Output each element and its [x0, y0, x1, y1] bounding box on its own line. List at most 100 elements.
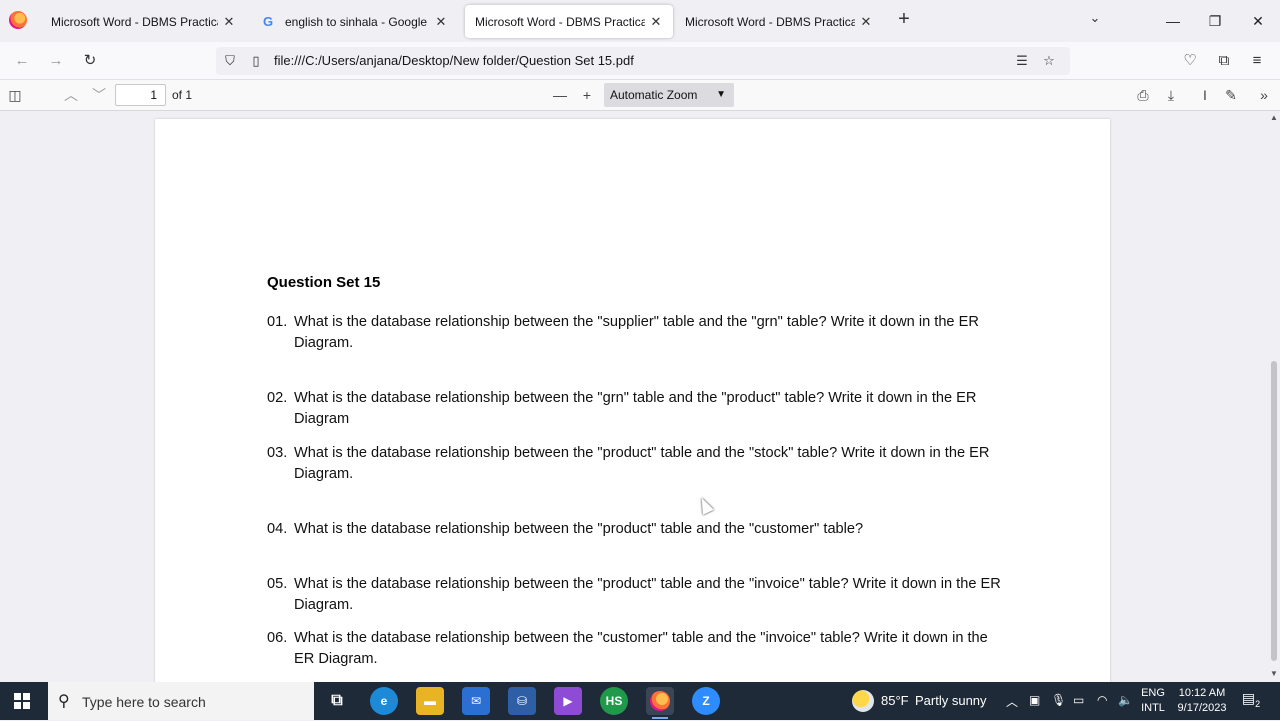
- question-number: 03.: [267, 445, 288, 461]
- meet-now-icon[interactable]: ▣: [1029, 693, 1040, 707]
- weather-condition[interactable]: Partly sunny: [915, 693, 987, 708]
- restore-icon[interactable]: ❐: [1202, 8, 1228, 34]
- close-icon[interactable]: ✕: [649, 14, 663, 30]
- pdf-page: Question Set 15 01. What is the database…: [155, 119, 1110, 682]
- windows-start-icon[interactable]: [14, 693, 30, 709]
- notifications-icon[interactable]: ▤2: [1240, 690, 1262, 712]
- sidebar-toggle-icon[interactable]: ◫: [3, 84, 27, 106]
- zoom-app-icon[interactable]: Z: [692, 687, 720, 715]
- zoom-label: Automatic Zoom: [610, 88, 698, 102]
- microphone-icon[interactable]: 🎙: [1051, 693, 1066, 707]
- reader-view-icon[interactable]: ☰: [1013, 52, 1031, 70]
- next-page-icon[interactable]: ﹀: [87, 84, 111, 106]
- text-tool-icon[interactable]: I: [1193, 84, 1217, 106]
- tab-label: english to sinhala - Google Sear: [285, 14, 430, 29]
- draw-tool-icon[interactable]: ✎: [1219, 84, 1243, 106]
- viewer-scrollbar[interactable]: ▲ ▼: [1268, 111, 1280, 682]
- file-explorer-icon[interactable]: ▬: [416, 687, 444, 715]
- chevron-down-icon: ▼: [716, 89, 726, 100]
- tools-menu-icon[interactable]: »: [1252, 84, 1276, 106]
- edge-icon[interactable]: e: [370, 687, 398, 715]
- pocket-icon[interactable]: ♡: [1179, 50, 1201, 72]
- weather-temp[interactable]: 85°F: [881, 693, 909, 708]
- menu-icon[interactable]: ≡: [1246, 50, 1268, 72]
- tab-strip: Microsoft Word - DBMS Practical Q ✕ G en…: [0, 0, 1280, 42]
- task-view-icon[interactable]: ⧉: [323, 687, 351, 715]
- bookmark-star-icon[interactable]: ☆: [1040, 52, 1058, 70]
- mysql-workbench-icon[interactable]: ⛁: [508, 687, 536, 715]
- clipchamp-icon[interactable]: ▶: [554, 687, 582, 715]
- firefox-icon[interactable]: [9, 11, 27, 29]
- taskbar-search[interactable]: ⚲ Type here to search: [48, 682, 314, 720]
- forward-icon[interactable]: →: [45, 50, 67, 72]
- zoom-select[interactable]: Automatic Zoom ▼: [604, 83, 734, 107]
- tab-dbms-4[interactable]: Microsoft Word - DBMS Practical Q ✕: [675, 5, 883, 38]
- url-bar[interactable]: ⛉ ▯ file:///C:/Users/anjana/Desktop/New …: [216, 47, 1070, 75]
- question-text: What is the database relationship betwee…: [294, 445, 990, 482]
- shield-icon[interactable]: ⛉: [221, 52, 239, 70]
- window-close-icon[interactable]: ✕: [1245, 8, 1271, 34]
- show-hidden-icons-icon[interactable]: ︿: [1006, 693, 1018, 710]
- wifi-icon[interactable]: ◠: [1097, 693, 1107, 707]
- taskbar: ⚲ Type here to search ⧉ e ▬ ✉ ⛁ ▶ HS Z 8…: [0, 682, 1280, 720]
- search-placeholder: Type here to search: [82, 694, 206, 710]
- scrollbar-thumb[interactable]: [1271, 361, 1277, 661]
- question-text: What is the database relationship betwee…: [294, 521, 864, 537]
- language-indicator[interactable]: ENG INTL: [1138, 686, 1168, 716]
- close-icon[interactable]: ✕: [222, 14, 236, 30]
- search-icon: ⚲: [58, 693, 70, 710]
- volume-icon[interactable]: 🔈: [1118, 693, 1133, 707]
- hs-app-icon[interactable]: HS: [600, 687, 628, 715]
- close-icon[interactable]: ✕: [859, 14, 873, 30]
- system-clock[interactable]: 10:12 AM 9/17/2023: [1172, 686, 1232, 716]
- weather-icon[interactable]: [852, 690, 874, 712]
- page-count: of 1: [172, 88, 193, 102]
- list-tabs-icon[interactable]: ⌄: [1085, 10, 1105, 30]
- clock-time: 10:12 AM: [1178, 687, 1226, 699]
- battery-icon[interactable]: ▭: [1073, 693, 1084, 707]
- question-number: 01.: [267, 314, 288, 330]
- tab-google-search[interactable]: G english to sinhala - Google Sear ✕: [253, 5, 458, 38]
- tab-dbms-active[interactable]: Microsoft Word - DBMS Practical Q ✕: [465, 5, 673, 38]
- scroll-down-icon[interactable]: ▼: [1270, 669, 1278, 678]
- minimize-icon[interactable]: —: [1160, 8, 1186, 34]
- previous-page-icon[interactable]: ︿: [59, 84, 83, 106]
- google-icon: G: [263, 14, 274, 29]
- notification-count: 2: [1255, 698, 1261, 709]
- tab-dbms-1[interactable]: Microsoft Word - DBMS Practical Q ✕: [41, 5, 246, 38]
- extensions-icon[interactable]: ⧉: [1213, 50, 1235, 72]
- question-text: What is the database relationship betwee…: [294, 314, 979, 351]
- new-tab-button[interactable]: +: [894, 9, 914, 30]
- lang-line2: INTL: [1141, 702, 1165, 714]
- question-item: 06. What is the database relationship be…: [267, 628, 1007, 670]
- question-item: 01. What is the database relationship be…: [267, 312, 1007, 354]
- question-text: What is the database relationship betwee…: [294, 390, 977, 427]
- mail-icon[interactable]: ✉: [462, 687, 490, 715]
- question-item: 04. What is the database relationship be…: [267, 519, 1007, 540]
- question-text: What is the database relationship betwee…: [294, 630, 988, 667]
- clock-date: 9/17/2023: [1177, 702, 1227, 714]
- question-text: What is the database relationship betwee…: [294, 576, 1001, 613]
- question-item: 03. What is the database relationship be…: [267, 443, 1007, 485]
- tab-label: Microsoft Word - DBMS Practical Q: [685, 14, 855, 29]
- navigation-bar: ← → ↻ ⛉ ▯ file:///C:/Users/anjana/Deskto…: [0, 42, 1280, 80]
- pdf-viewer[interactable]: Question Set 15 01. What is the database…: [0, 111, 1268, 682]
- zoom-out-icon[interactable]: —: [548, 84, 572, 106]
- page-number-input[interactable]: 1: [115, 84, 166, 106]
- save-icon[interactable]: ⤓: [1159, 84, 1183, 106]
- question-number: 05.: [267, 576, 288, 592]
- active-indicator: [652, 717, 668, 719]
- file-icon[interactable]: ▯: [247, 52, 265, 70]
- close-icon[interactable]: ✕: [434, 14, 448, 30]
- firefox-taskbar-icon[interactable]: [646, 687, 674, 719]
- question-number: 02.: [267, 390, 288, 406]
- print-icon[interactable]: ⎙: [1131, 84, 1155, 106]
- question-number: 06.: [267, 630, 288, 646]
- scroll-up-icon[interactable]: ▲: [1270, 113, 1278, 122]
- reload-icon[interactable]: ↻: [79, 50, 101, 72]
- back-icon[interactable]: ←: [11, 50, 33, 72]
- url-text[interactable]: file:///C:/Users/anjana/Desktop/New fold…: [274, 53, 634, 68]
- tab-label: Microsoft Word - DBMS Practical Q: [51, 14, 218, 29]
- firefox-logo-icon: [650, 691, 670, 711]
- zoom-in-icon[interactable]: +: [575, 84, 599, 106]
